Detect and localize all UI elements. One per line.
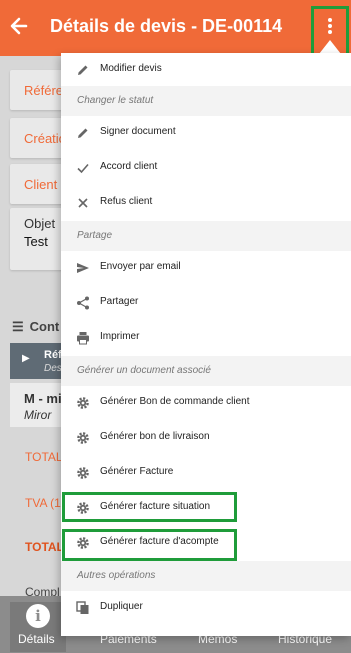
share-icon — [77, 296, 89, 310]
highlight-facture-acompte — [62, 529, 237, 561]
close-icon — [78, 198, 88, 208]
back-arrow-icon[interactable] — [8, 13, 30, 39]
menu-item-generer-facture[interactable]: Générer Facture — [61, 456, 351, 491]
total-ht-label: TOTAL — [25, 450, 63, 464]
menu-item-signer[interactable]: Signer document — [61, 116, 351, 151]
gear-icon — [77, 467, 89, 479]
group-generer-document: Générer un document associé — [61, 356, 351, 386]
gear-icon — [77, 397, 89, 409]
copy-icon — [76, 601, 89, 614]
menu-item-refus[interactable]: Refus client — [61, 186, 351, 221]
pencil-icon — [78, 65, 88, 75]
highlight-facture-situation — [62, 492, 237, 522]
group-autres-operations: Autres opérations — [61, 561, 351, 591]
menu-item-envoyer-email[interactable]: Envoyer par email — [61, 251, 351, 286]
menu-item-dupliquer[interactable]: Dupliquer — [61, 591, 351, 626]
menu-caret — [319, 40, 341, 54]
menu-item-generer-bon-commande[interactable]: Générer Bon de commande client — [61, 386, 351, 421]
check-icon — [77, 163, 89, 174]
app-header: Détails de devis - DE-00114 — [0, 0, 351, 56]
printer-icon — [77, 332, 89, 345]
total-ttc-label: TOTAL — [25, 540, 64, 554]
menu-item-partager[interactable]: Partager — [61, 286, 351, 321]
more-vertical-icon — [328, 18, 332, 36]
gear-icon — [77, 432, 89, 444]
pencil-icon — [78, 128, 88, 138]
info-icon: i — [26, 604, 50, 628]
chevron-right-icon: ▶ — [22, 353, 30, 364]
send-icon — [77, 263, 89, 273]
group-changer-statut: Changer le statut — [61, 86, 351, 116]
menu-item-accord[interactable]: Accord client — [61, 151, 351, 186]
contents-section-title: ☰ Cont — [12, 319, 60, 334]
list-icon: ☰ — [12, 319, 24, 334]
nav-details-button[interactable]: i Détails — [10, 602, 66, 652]
group-partage: Partage — [61, 221, 351, 251]
menu-item-generer-bon-livraison[interactable]: Générer bon de livraison — [61, 421, 351, 456]
page-title: Détails de devis - DE-00114 — [50, 16, 283, 36]
tva-label: TVA (1 — [25, 496, 61, 510]
menu-item-modifier[interactable]: Modifier devis — [61, 53, 351, 88]
menu-item-imprimer[interactable]: Imprimer — [61, 321, 351, 356]
